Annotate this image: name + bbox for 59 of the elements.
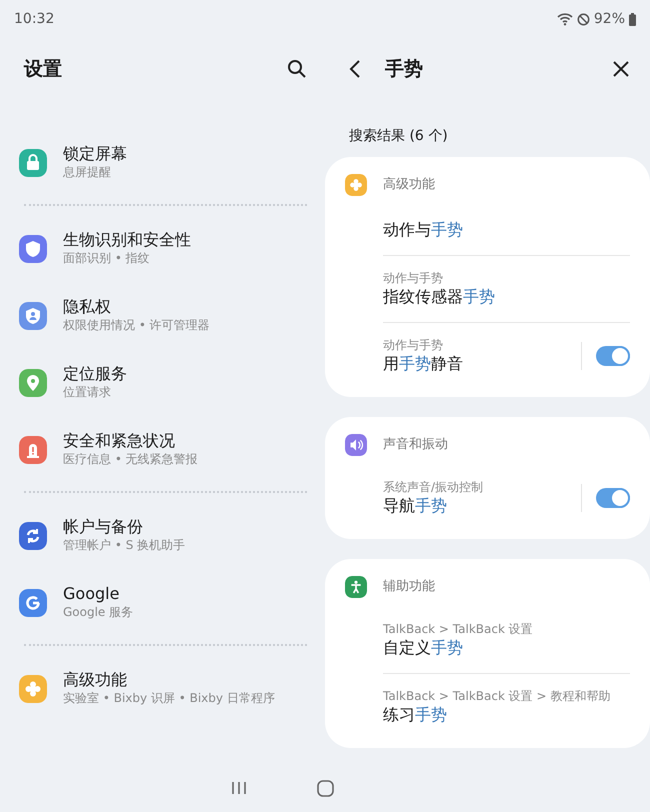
result-title: 动作与手势 (383, 219, 464, 241)
item-title: 生物识别和安全性 (63, 230, 191, 250)
search-result[interactable]: 动作与手势 指纹传感器手势 (383, 255, 630, 322)
item-subtitle: Google 服务 (63, 604, 134, 621)
result-title: 练习手势 (383, 704, 448, 726)
item-subtitle: 实验室 • Bixby 识屏 • Bixby 日常程序 (63, 690, 275, 707)
result-title: 指纹传感器手势 (383, 286, 496, 308)
result-path: 动作与手势 (383, 337, 444, 353)
item-subtitle: 位置请求 (63, 384, 112, 401)
settings-item[interactable]: Google Google 服务 (0, 569, 325, 636)
item-title: 帐户与备份 (63, 517, 144, 537)
recent-apps-icon[interactable] (230, 781, 246, 795)
item-subtitle: 权限使用情况 • 许可管理器 (63, 317, 210, 334)
search-result[interactable]: 动作与手势 (383, 205, 630, 255)
settings-item[interactable]: 锁定屏幕 息屏提醒 (0, 129, 325, 196)
result-path: 系统声音/振动控制 (383, 479, 484, 495)
settings-item[interactable]: 生物识别和安全性 面部识别 • 指纹 (0, 215, 325, 282)
search-result[interactable]: 动作与手势 用手势静音 (383, 322, 630, 389)
result-title: 自定义手势 (383, 637, 464, 659)
item-title: 定位服务 (63, 364, 127, 384)
settings-item[interactable]: 安全和紧急状况 医疗信息 • 无线紧急警报 (0, 416, 325, 483)
close-icon[interactable] (612, 60, 630, 78)
result-title: 导航手势 (383, 495, 448, 517)
search-result[interactable]: TalkBack > TalkBack 设置 > 教程和帮助 练习手势 (383, 673, 630, 740)
settings-item[interactable]: 高级功能 实验室 • Bixby 识屏 • Bixby 日常程序 (0, 655, 325, 722)
wifi-icon (556, 12, 573, 26)
page-title: 设置 (24, 56, 62, 82)
page-title: 手势 (385, 56, 424, 82)
group-name: 声音和振动 (383, 436, 448, 454)
battery-percent: 92% (594, 10, 625, 28)
item-title: 高级功能 (63, 670, 128, 690)
settings-item[interactable]: 帐户与备份 管理帐户 • S 换机助手 (0, 502, 325, 569)
back-icon[interactable] (349, 59, 361, 79)
toggle-switch[interactable] (596, 346, 630, 366)
settings-item[interactable]: 定位服务 位置请求 (0, 349, 325, 416)
home-icon[interactable] (316, 780, 334, 796)
do-not-disturb-icon (576, 12, 590, 26)
item-title: 安全和紧急状况 (63, 431, 176, 451)
item-title: 锁定屏幕 (63, 144, 127, 164)
result-title: 用手势静音 (383, 353, 464, 375)
group-name: 高级功能 (383, 176, 435, 194)
settings-item[interactable]: 隐私权 权限使用情况 • 许可管理器 (0, 282, 325, 349)
item-title: 隐私权 (63, 297, 112, 317)
group-name: 辅助功能 (383, 578, 435, 596)
search-result[interactable]: 系统声音/振动控制 导航手势 (383, 465, 630, 531)
item-title: Google (63, 584, 120, 604)
toggle-switch[interactable] (596, 488, 630, 508)
status-time: 10:32 (14, 10, 54, 28)
result-path: 动作与手势 (383, 270, 444, 286)
search-icon[interactable] (287, 59, 307, 79)
results-count: 搜索结果 (6 个) (348, 127, 449, 146)
result-path: TalkBack > TalkBack 设置 > 教程和帮助 (383, 688, 612, 704)
search-result[interactable]: TalkBack > TalkBack 设置 自定义手势 (383, 607, 630, 673)
item-subtitle: 管理帐户 • S 换机助手 (63, 537, 186, 554)
battery-icon (629, 12, 636, 26)
item-subtitle: 面部识别 • 指纹 (63, 250, 151, 267)
result-path: TalkBack > TalkBack 设置 (383, 621, 534, 637)
item-subtitle: 医疗信息 • 无线紧急警报 (63, 451, 198, 468)
item-subtitle: 息屏提醒 (63, 164, 112, 181)
